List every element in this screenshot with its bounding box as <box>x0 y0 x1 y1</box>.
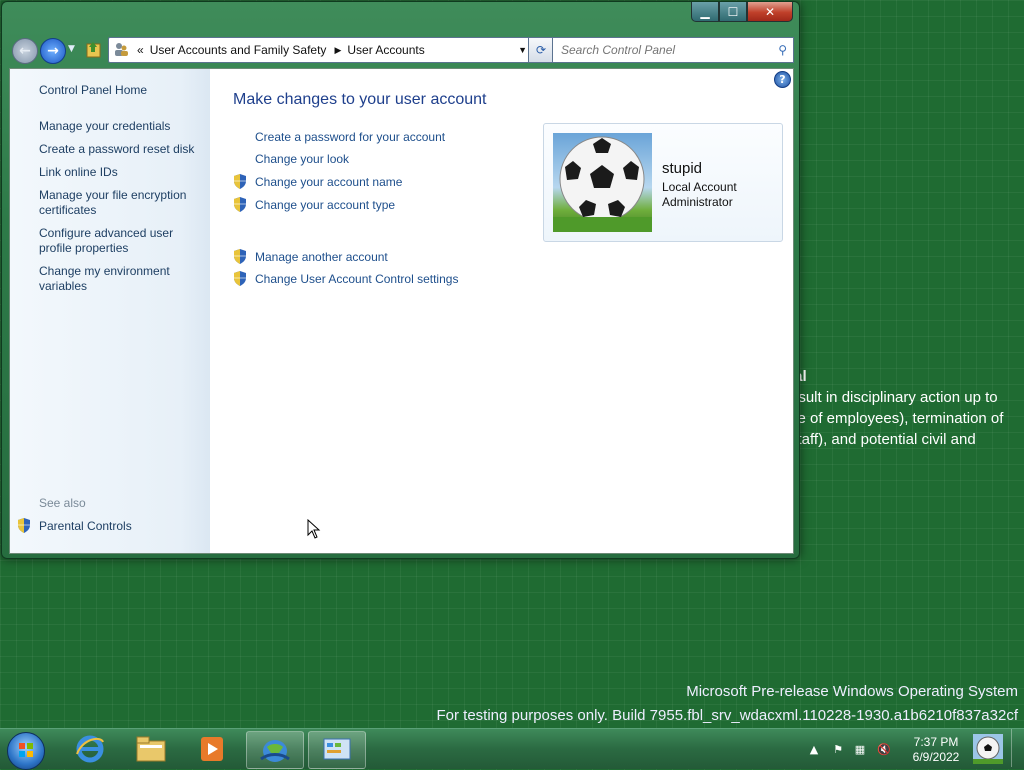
back-button[interactable]: ← <box>12 38 38 64</box>
forward-arrow-icon: → <box>47 43 59 59</box>
task-change-look[interactable]: Change your look <box>233 152 349 166</box>
task-sidebar: Control Panel Home Manage your credentia… <box>10 69 210 553</box>
network-status-icon[interactable]: ▦ <box>852 741 868 757</box>
user-accounts-icon <box>113 41 131 60</box>
breadcrumb-user-accounts[interactable]: User Accounts <box>347 43 424 57</box>
sidebar-parental-controls[interactable]: Parental Controls <box>17 518 132 533</box>
search-icon[interactable]: ⚲ <box>778 43 787 57</box>
uac-shield-icon <box>233 249 247 264</box>
control-panel-icon[interactable] <box>308 731 366 769</box>
sidebar-advanced-profile-properties[interactable]: Configure advanced user profile properti… <box>39 226 204 256</box>
content-area: Control Panel Home Manage your credentia… <box>9 68 794 554</box>
task-label: Change your account name <box>255 174 403 189</box>
sidebar-link-online-ids[interactable]: Link online IDs <box>39 165 204 180</box>
sidebar-environment-variables[interactable]: Change my environment variables <box>39 264 204 294</box>
refresh-icon: ⟳ <box>535 43 547 57</box>
uac-shield-icon <box>17 518 31 533</box>
windows-explorer-icon[interactable] <box>123 731 179 767</box>
volume-muted-icon[interactable]: 🔇 <box>876 741 892 757</box>
windows-logo-icon <box>19 743 33 757</box>
show-desktop-button[interactable] <box>1011 729 1022 767</box>
network-globe-icon[interactable] <box>246 731 304 769</box>
watermark-line-2: For testing purposes only. Build 7955.fb… <box>436 707 1019 724</box>
account-card: stupid Local Account Administrator <box>543 123 783 242</box>
task-create-password[interactable]: Create a password for your account <box>233 130 445 144</box>
start-button[interactable] <box>7 732 45 770</box>
watermark-line-1: Microsoft Pre-release Windows Operating … <box>686 683 1018 700</box>
uac-shield-icon <box>233 271 247 286</box>
sidebar-file-encryption-certificates[interactable]: Manage your file encryption certificates <box>39 188 204 218</box>
address-overflow[interactable]: « <box>137 43 144 57</box>
breadcrumb-user-accounts-family-safety[interactable]: User Accounts and Family Safety <box>150 43 327 57</box>
sidebar-control-panel-home[interactable]: Control Panel Home <box>39 83 204 98</box>
forward-button[interactable]: → <box>40 38 66 64</box>
help-icon[interactable]: ? <box>774 71 791 88</box>
recent-pages-chevron-icon[interactable]: ▼ <box>68 44 75 54</box>
uac-shield-icon <box>233 197 247 212</box>
control-panel-window: ▁ ☐ ✕ ← → ▼ « User Accounts and Family S… <box>1 1 800 559</box>
address-dropdown-icon[interactable]: ▼ <box>518 45 527 55</box>
user-avatar-icon[interactable] <box>970 731 1006 767</box>
caption-buttons: ▁ ☐ ✕ <box>691 2 793 22</box>
clock-time: 7:37 PM <box>913 735 959 749</box>
task-label: Manage another account <box>255 249 388 264</box>
uac-shield-icon <box>233 174 247 189</box>
internet-explorer-icon[interactable] <box>62 731 118 767</box>
taskbar: ▲ ⚑ ▦ 🔇 7:37 PM 6/9/2022 <box>0 728 1024 770</box>
minimize-button[interactable]: ▁ <box>691 2 719 22</box>
account-type: Local Account <box>662 180 737 194</box>
task-change-account-type[interactable]: Change your account type <box>233 197 395 212</box>
see-also-label: See also <box>39 496 86 510</box>
mouse-cursor-icon <box>307 518 321 543</box>
show-hidden-icons-icon[interactable]: ▲ <box>806 741 822 757</box>
clock[interactable]: 7:37 PM 6/9/2022 <box>906 735 966 765</box>
navigation-bar: ← → ▼ « User Accounts and Family Safety … <box>10 37 794 64</box>
media-player-icon[interactable] <box>184 731 240 767</box>
breadcrumb-arrow-icon[interactable]: ▶ <box>334 45 341 56</box>
clock-date: 6/9/2022 <box>912 750 960 764</box>
back-arrow-icon: ← <box>19 43 31 59</box>
task-label: Change your account type <box>255 197 396 212</box>
task-label: Create a password for your account <box>255 130 446 144</box>
task-uac-settings[interactable]: Change User Account Control settings <box>233 271 458 286</box>
account-name: stupid <box>662 160 703 177</box>
folder-up-icon[interactable] <box>86 40 104 60</box>
sidebar-password-reset-disk[interactable]: Create a password reset disk <box>39 142 204 157</box>
desktop-text-2: esult in disciplinary action up to <box>790 389 998 406</box>
task-label: Change User Account Control settings <box>255 271 459 286</box>
address-bar[interactable]: « User Accounts and Family Safety ▶ User… <box>108 37 534 63</box>
parental-controls-label: Parental Controls <box>39 518 132 533</box>
close-button[interactable]: ✕ <box>747 2 793 22</box>
action-center-flag-icon[interactable]: ⚑ <box>830 741 846 757</box>
desktop-text-4: staff), and potential civil and <box>790 431 976 448</box>
task-label: Change your look <box>255 152 350 166</box>
account-role: Administrator <box>662 195 733 209</box>
refresh-button[interactable]: ⟳ <box>528 37 554 63</box>
desktop-text-3: se of employees), termination of <box>790 410 1004 427</box>
page-title: Make changes to your user account <box>233 91 487 108</box>
task-change-account-name[interactable]: Change your account name <box>233 174 402 189</box>
search-input[interactable] <box>559 42 779 58</box>
maximize-button[interactable]: ☐ <box>719 2 747 22</box>
soccer-ball-picture[interactable] <box>553 133 652 232</box>
sidebar-manage-credentials[interactable]: Manage your credentials <box>39 119 204 134</box>
search-box[interactable]: ⚲ <box>552 37 794 63</box>
task-manage-another-account[interactable]: Manage another account <box>233 249 388 264</box>
